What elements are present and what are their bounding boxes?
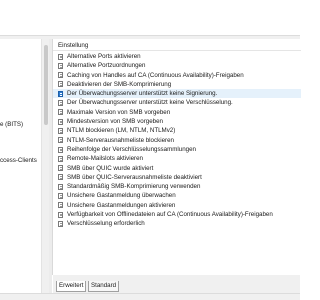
- policy-setting-icon: [58, 202, 63, 209]
- list-item-label: Unsichere Gastanmeldung überwachen: [67, 192, 176, 200]
- policy-setting-icon: [58, 109, 63, 116]
- policy-setting-icon: [58, 220, 63, 227]
- settings-list-pane: Einstellung Alternative Ports aktivieren…: [52, 39, 301, 275]
- tab-extended[interactable]: Erweitert: [56, 281, 87, 292]
- list-item-label: Maximale Version von SMB vorgeben: [67, 108, 171, 116]
- policy-setting-icon: [58, 118, 63, 125]
- policy-setting-icon: [58, 193, 63, 200]
- policy-setting-icon: [58, 165, 63, 172]
- list-item[interactable]: SMB über QUIC-Serverausnahmeliste deakti…: [53, 173, 301, 182]
- list-item-label: Alternative Ports aktivieren: [67, 53, 141, 60]
- list-item-label: Reihenfolge der Verschlüsselungssammlung…: [67, 145, 196, 153]
- view-tabs: Erweitert Standard: [53, 281, 300, 293]
- list-item[interactable]: Caching von Handles auf CA (Continuous A…: [53, 71, 301, 80]
- list-item[interactable]: NTLM-Serverausnahmeliste blockieren: [53, 136, 301, 145]
- policy-setting-icon: [58, 183, 63, 190]
- list-item-label: Deaktivieren der SMB-Komprimierung: [67, 80, 172, 88]
- column-header-setting[interactable]: Einstellung: [53, 40, 301, 51]
- list-item[interactable]: Mindestversion von SMB vorgeben: [53, 117, 301, 126]
- policy-setting-icon: [58, 211, 63, 218]
- list-item-label: Mindestversion von SMB vorgeben: [67, 118, 163, 126]
- group-policy-editor-window: e (BITS) ccess-Clients Einstellung Alter…: [0, 0, 301, 300]
- list-item-label: NTLM blockieren (LM, NTLM, NTLMv2): [67, 127, 176, 135]
- list-item-label: Caching von Handles auf CA (Continuous A…: [67, 71, 244, 79]
- tree-item-access-clients[interactable]: ccess-Clients: [0, 157, 37, 165]
- list-item[interactable]: Alternative Ports aktivieren: [53, 52, 301, 61]
- list-item[interactable]: Deaktivieren der SMB-Komprimierung: [53, 80, 301, 89]
- list-item-label: SMB über QUIC-Serverausnahmeliste deakti…: [67, 173, 202, 181]
- list-item[interactable]: Verfügbarkeit von Offlinedateien auf CA …: [53, 210, 301, 219]
- status-bar: [0, 293, 300, 300]
- list-item[interactable]: Standardmäßig SMB-Komprimierung verwende…: [53, 182, 301, 191]
- list-item[interactable]: Alternative Portzuordnungen: [53, 61, 301, 70]
- list-item-label: Verfügbarkeit von Offlinedateien auf CA …: [67, 211, 273, 219]
- tab-standard[interactable]: Standard: [88, 281, 120, 292]
- tree-pane: e (BITS) ccess-Clients: [0, 39, 41, 293]
- policy-setting-icon: [58, 72, 63, 79]
- list-item[interactable]: Der Überwachungsserver unterstützt keine…: [53, 98, 301, 107]
- policy-setting-icon: [58, 62, 63, 69]
- list-item[interactable]: SMB über QUIC wurde aktiviert: [53, 164, 301, 173]
- tree-item-bits[interactable]: e (BITS): [0, 121, 23, 129]
- policy-setting-icon: [58, 174, 63, 181]
- list-item[interactable]: Maximale Version von SMB vorgeben: [53, 108, 301, 117]
- policy-setting-icon: [58, 81, 63, 88]
- list-item[interactable]: Reihenfolge der Verschlüsselungssammlung…: [53, 145, 301, 154]
- policy-setting-icon: [58, 127, 63, 134]
- list-item[interactable]: Unsichere Gastanmeldung überwachen: [53, 191, 301, 200]
- list-item-label: Der Überwachungsserver unterstützt keine…: [67, 99, 233, 107]
- toolbar-area: [0, 0, 300, 38]
- list-item[interactable]: Remote-Mailslots aktivieren: [53, 154, 301, 163]
- policy-setting-icon: [58, 53, 63, 60]
- list-item[interactable]: Unsichere Gastanmeldungen aktivieren: [53, 201, 301, 210]
- list-item[interactable]: NTLM blockieren (LM, NTLM, NTLMv2): [53, 126, 301, 135]
- policy-setting-icon: [58, 100, 63, 107]
- list-item-label: Unsichere Gastanmeldungen aktivieren: [67, 201, 176, 209]
- list-item[interactable]: Verschlüsselung erforderlich: [53, 219, 301, 228]
- list-item-label: SMB über QUIC wurde aktiviert: [67, 164, 154, 172]
- list-item-label: Alternative Portzuordnungen: [67, 62, 146, 70]
- policy-setting-icon: [58, 146, 63, 153]
- list-item-selected[interactable]: Der Überwachungsserver unterstützt keine…: [53, 89, 301, 99]
- list-item-label: Der Überwachungsserver unterstützt keine…: [67, 90, 218, 98]
- policy-setting-selected-icon: [58, 90, 63, 97]
- settings-list: Alternative Ports aktivieren Alternative…: [53, 52, 301, 229]
- list-item-label: Remote-Mailslots aktivieren: [67, 155, 143, 163]
- list-item-label: Standardmäßig SMB-Komprimierung verwende…: [67, 183, 201, 191]
- policy-setting-icon: [58, 137, 63, 144]
- policy-setting-icon: [58, 155, 63, 162]
- list-item-label: Verschlüsselung erforderlich: [67, 220, 145, 228]
- list-item-label: NTLM-Serverausnahmeliste blockieren: [67, 136, 174, 144]
- tree-scrollbar-thumb[interactable]: [44, 45, 48, 125]
